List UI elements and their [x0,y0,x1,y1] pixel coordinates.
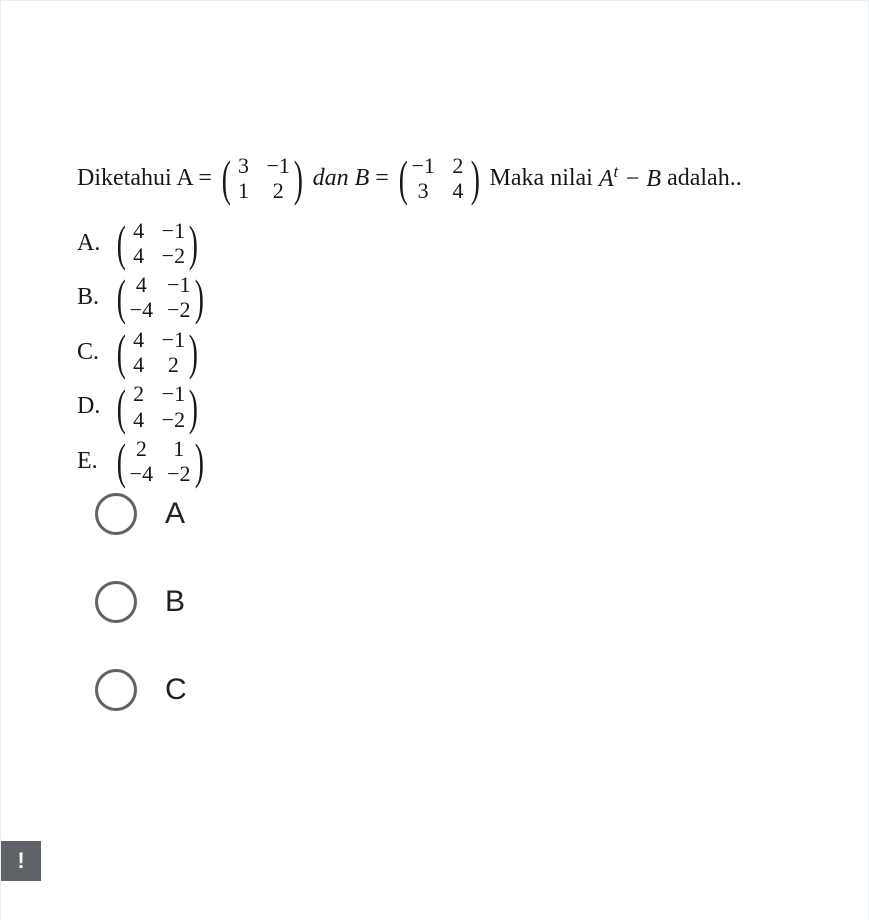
left-paren-icon: ( [117,332,126,372]
choice-matrix-B: ( 4 −1 −4 −2 ) [113,272,207,323]
choice-matrix-C: ( 4 −1 4 2 ) [113,327,202,378]
report-problem-button[interactable]: ! [1,841,41,881]
right-paren-icon: ) [194,441,203,481]
equals-icon: = [375,164,389,193]
radio-circle-icon[interactable] [95,669,137,711]
choice-label-B: B. [77,284,105,310]
left-paren-icon: ( [117,223,126,263]
inline-choice-A: A. ( 4 −1 4 −2 ) [77,218,860,269]
inline-choice-C: C. ( 4 −1 4 2 ) [77,327,860,378]
radio-option-A[interactable]: A [95,493,187,535]
matrix-B: ( −1 2 3 4 ) [395,153,484,204]
left-paren-icon: ( [117,441,126,481]
left-paren-icon: ( [117,387,126,427]
matA-a12: −1 [267,153,290,178]
right-paren-icon: ) [194,277,203,317]
matB-a11: −1 [411,153,434,178]
right-paren-icon: ) [189,387,198,427]
matrix-A-grid: 3 −1 1 2 [235,153,290,204]
matrix-grid: 4 −1 4 −2 [130,218,185,269]
matrix-grid: 2 1 −4 −2 [130,436,191,487]
question-statement: Diketahui A = ( 3 −1 1 2 ) dan B = ( −1 … [77,153,860,204]
left-paren-icon: ( [399,158,408,198]
expr-A: A [599,166,614,192]
matrix-grid: 4 −1 4 2 [130,327,185,378]
matA-a11: 3 [235,153,253,178]
matB-a12: 2 [449,153,467,178]
expr-minus-B: − B [618,166,661,192]
matA-a22: 2 [267,178,290,203]
choice-matrix-A: ( 4 −1 4 −2 ) [113,218,202,269]
matB-a22: 4 [449,178,467,203]
right-paren-icon: ) [471,158,480,198]
question-block: Diketahui A = ( 3 −1 1 2 ) dan B = ( −1 … [77,153,860,491]
radio-label-B: B [165,585,185,619]
choice-matrix-E: ( 2 1 −4 −2 ) [113,436,207,487]
left-paren-icon: ( [222,158,231,198]
inline-choice-D: D. ( 2 −1 4 −2 ) [77,381,860,432]
quiz-page: Diketahui A = ( 3 −1 1 2 ) dan B = ( −1 … [0,0,869,920]
inline-choices-list: A. ( 4 −1 4 −2 ) B. ( 4 [77,218,860,487]
radio-option-B[interactable]: B [95,581,187,623]
choice-label-A: A. [77,230,105,256]
right-paren-icon: ) [189,332,198,372]
left-paren-icon: ( [117,277,126,317]
right-paren-icon: ) [189,223,198,263]
matrix-B-grid: −1 2 3 4 [411,153,466,204]
question-prefix: Diketahui A = [77,164,212,193]
matrix-A: ( 3 −1 1 2 ) [218,153,307,204]
radio-circle-icon[interactable] [95,581,137,623]
choice-matrix-D: ( 2 −1 4 −2 ) [113,381,202,432]
exclamation-icon: ! [17,848,24,874]
matrix-grid: 4 −1 −4 −2 [130,272,191,323]
text-adalah: adalah.. [667,164,742,193]
matA-a21: 1 [235,178,253,203]
radio-label-A: A [165,497,185,531]
choice-label-D: D. [77,393,105,419]
text-dan-B: dan B [313,164,370,193]
radio-options-list: A B C [95,493,187,757]
inline-choice-B: B. ( 4 −1 −4 −2 ) [77,272,860,323]
matrix-grid: 2 −1 4 −2 [130,381,185,432]
radio-option-C[interactable]: C [95,669,187,711]
radio-label-C: C [165,673,187,707]
radio-circle-icon[interactable] [95,493,137,535]
choice-label-C: C. [77,339,105,365]
right-paren-icon: ) [294,158,303,198]
text-maka-nilai: Maka nilai [490,164,593,193]
matB-a21: 3 [411,178,434,203]
choice-label-E: E. [77,448,105,474]
inline-choice-E: E. ( 2 1 −4 −2 ) [77,436,860,487]
expr-At-minus-B: At − B [599,162,661,194]
